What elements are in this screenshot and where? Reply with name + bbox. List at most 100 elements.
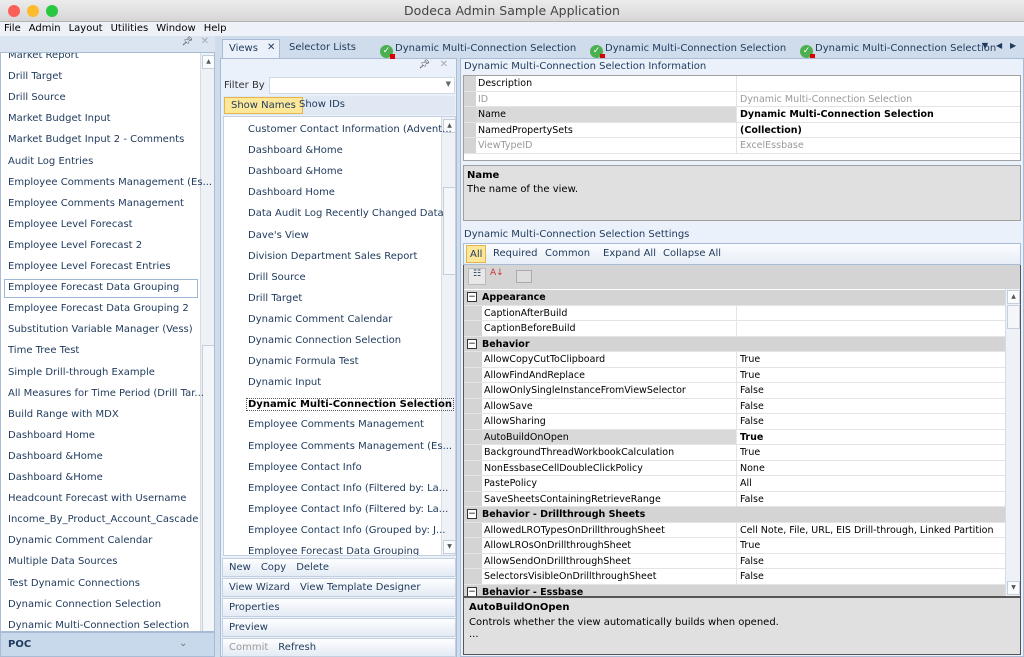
zoom-window-button[interactable]	[46, 5, 58, 17]
list-item[interactable]: Employee Level Forecast Entries	[8, 261, 171, 272]
scroll-down-button[interactable]: ▼	[1007, 581, 1020, 595]
scrollbar[interactable]: ▲ ▼	[1005, 289, 1020, 596]
delete-button[interactable]: Delete	[296, 562, 329, 573]
list-item[interactable]: Simple Drill-through Example	[8, 367, 155, 378]
minimize-window-button[interactable]	[27, 5, 39, 17]
property-value[interactable]: False	[737, 569, 1005, 584]
menu-layout[interactable]: Layout	[65, 22, 107, 36]
scroll-up-button[interactable]: ▲	[202, 55, 214, 69]
property-row[interactable]: AllowCopyCutToClipboard True	[464, 352, 1005, 368]
list-item[interactable]: Dynamic Connection Selection	[248, 335, 401, 346]
category-row[interactable]: − Behavior - Essbase	[464, 584, 1005, 596]
list-item[interactable]: Dynamic Multi-Connection Selection	[246, 398, 454, 412]
property-row[interactable]: AllowSharing False	[464, 414, 1005, 430]
list-item[interactable]: Employee Contact Info (Filtered by: La..…	[248, 483, 448, 494]
list-item[interactable]: Employee Level Forecast	[8, 219, 133, 230]
close-icon[interactable]: ✕	[201, 36, 209, 47]
list-item[interactable]: Build Range with MDX	[8, 409, 119, 420]
property-value[interactable]: False	[737, 553, 1005, 568]
property-value[interactable]: False	[737, 414, 1005, 429]
list-item[interactable]: Dynamic Multi-Connection Selection	[8, 620, 189, 631]
scroll-down-button[interactable]: ▼	[443, 540, 455, 554]
pin-icon[interactable]: 📌︎	[182, 37, 193, 47]
property-row[interactable]: ViewTypeID ExcelEssbase	[464, 138, 1020, 154]
property-value[interactable]	[737, 76, 1020, 91]
list-item[interactable]: Dashboard Home	[248, 187, 335, 198]
property-value[interactable]: Dynamic Multi-Connection Selection	[737, 107, 1020, 122]
list-item[interactable]: Drill Target	[248, 293, 302, 304]
property-value[interactable]: None	[737, 460, 1005, 475]
tab-list-icon[interactable]: ▼	[982, 41, 988, 50]
property-value[interactable]: True	[737, 429, 1005, 444]
list-item[interactable]: Employee Level Forecast 2	[8, 240, 142, 251]
pin-icon[interactable]: 📌︎	[419, 60, 430, 70]
filter-collapse-all[interactable]: Collapse All	[660, 245, 724, 263]
collapse-icon[interactable]: −	[467, 338, 477, 349]
property-value[interactable]	[737, 305, 1005, 320]
list-item[interactable]: Employee Comments Management (Es...	[248, 441, 452, 452]
list-item[interactable]: Drill Source	[8, 92, 66, 103]
list-item[interactable]: Dashboard &Home	[8, 472, 103, 483]
property-value[interactable]: True	[737, 445, 1005, 460]
close-tab-icon[interactable]: ✕	[267, 42, 275, 53]
list-item[interactable]: Employee Comments Management (Es...	[8, 177, 212, 188]
property-value[interactable]: False	[737, 383, 1005, 398]
category-row[interactable]: − Appearance	[464, 290, 1005, 306]
menu-help[interactable]: Help	[200, 22, 231, 36]
tab-view[interactable]: ✓ Dynamic Multi-Connection Selection	[380, 40, 576, 59]
list-item[interactable]: Time Tree Test	[8, 345, 79, 356]
scroll-thumb[interactable]	[443, 187, 455, 275]
menu-file[interactable]: File	[0, 22, 25, 36]
tab-views[interactable]: Views ✕	[222, 39, 280, 58]
property-row[interactable]: BackgroundThreadWorkbookCalculation True	[464, 445, 1005, 461]
filter-dropdown[interactable]: ▼	[269, 77, 455, 94]
property-pages-icon[interactable]	[516, 270, 532, 283]
category-row[interactable]: − Behavior	[464, 336, 1005, 352]
list-item[interactable]: Drill Target	[8, 71, 62, 82]
scroll-right-icon[interactable]: ▶	[1010, 41, 1016, 50]
scroll-thumb[interactable]	[1007, 305, 1020, 329]
list-item[interactable]: Data Audit Log Recently Changed Data	[248, 208, 444, 219]
list-item[interactable]: Dashboard &Home	[248, 166, 343, 177]
menu-admin[interactable]: Admin	[25, 22, 65, 36]
collapse-icon[interactable]: −	[467, 292, 477, 302]
property-value[interactable]: True	[737, 367, 1005, 382]
group-footer[interactable]: POC ⌄	[0, 632, 215, 657]
list-item[interactable]: Income_By_Product_Account_Cascade	[8, 514, 198, 525]
view-wizard-button[interactable]: View Wizard	[229, 582, 290, 593]
list-item[interactable]: Dynamic Comment Calendar	[248, 314, 392, 325]
property-row[interactable]: AllowFindAndReplace True	[464, 367, 1005, 383]
list-item[interactable]: Employee Contact Info (Grouped by: J...	[248, 525, 446, 536]
property-row[interactable]: SelectorsVisibleOnDrillthroughSheet False	[464, 569, 1005, 585]
property-value[interactable]	[737, 321, 1005, 336]
collapse-icon[interactable]: −	[467, 586, 477, 596]
menu-window[interactable]: Window	[152, 22, 199, 36]
close-icon[interactable]: ✕	[440, 59, 448, 70]
list-item[interactable]: Substitution Variable Manager (Vess)	[8, 324, 193, 335]
list-item[interactable]: All Measures for Time Period (Drill Tar.…	[8, 388, 204, 399]
tab-view[interactable]: ✓ Dynamic Multi-Connection Selection	[590, 40, 786, 59]
list-item[interactable]: Market Budget Input	[8, 113, 111, 124]
tab-view[interactable]: ✓ Dynamic Multi-Connection Selection	[800, 40, 996, 59]
preview-button[interactable]: Preview	[229, 622, 268, 633]
list-item[interactable]: Drill Source	[248, 272, 306, 283]
property-row[interactable]: PastePolicy All	[464, 476, 1005, 492]
list-item[interactable]: Employee Contact Info	[248, 462, 362, 473]
property-value[interactable]: All	[737, 476, 1005, 491]
property-row[interactable]: AllowSendOnDrillthroughSheet False	[464, 553, 1005, 569]
property-row[interactable]: SaveSheetsContainingRetrieveRange False	[464, 491, 1005, 507]
list-item[interactable]: Dynamic Connection Selection	[8, 599, 161, 610]
list-item[interactable]: Dashboard Home	[8, 430, 95, 441]
property-row[interactable]: AllowLROsOnDrillthroughSheet True	[464, 538, 1005, 554]
list-item[interactable]: Dashboard &Home	[248, 145, 343, 156]
list-item[interactable]: Market Report	[8, 53, 79, 61]
list-item[interactable]: Dashboard &Home	[8, 451, 103, 462]
category-row[interactable]: − Behavior - Drillthrough Sheets	[464, 507, 1005, 523]
show-names-button[interactable]: Show Names	[224, 97, 303, 114]
scrollbar[interactable]: ▲	[200, 53, 214, 631]
list-item[interactable]: Dynamic Formula Test	[248, 356, 359, 367]
property-row[interactable]: NonEssbaseCellDoubleClickPolicy None	[464, 460, 1005, 476]
list-item[interactable]: Dynamic Comment Calendar	[8, 535, 152, 546]
filter-expand-all[interactable]: Expand All	[600, 245, 659, 263]
filter-required[interactable]: Required	[490, 245, 541, 263]
